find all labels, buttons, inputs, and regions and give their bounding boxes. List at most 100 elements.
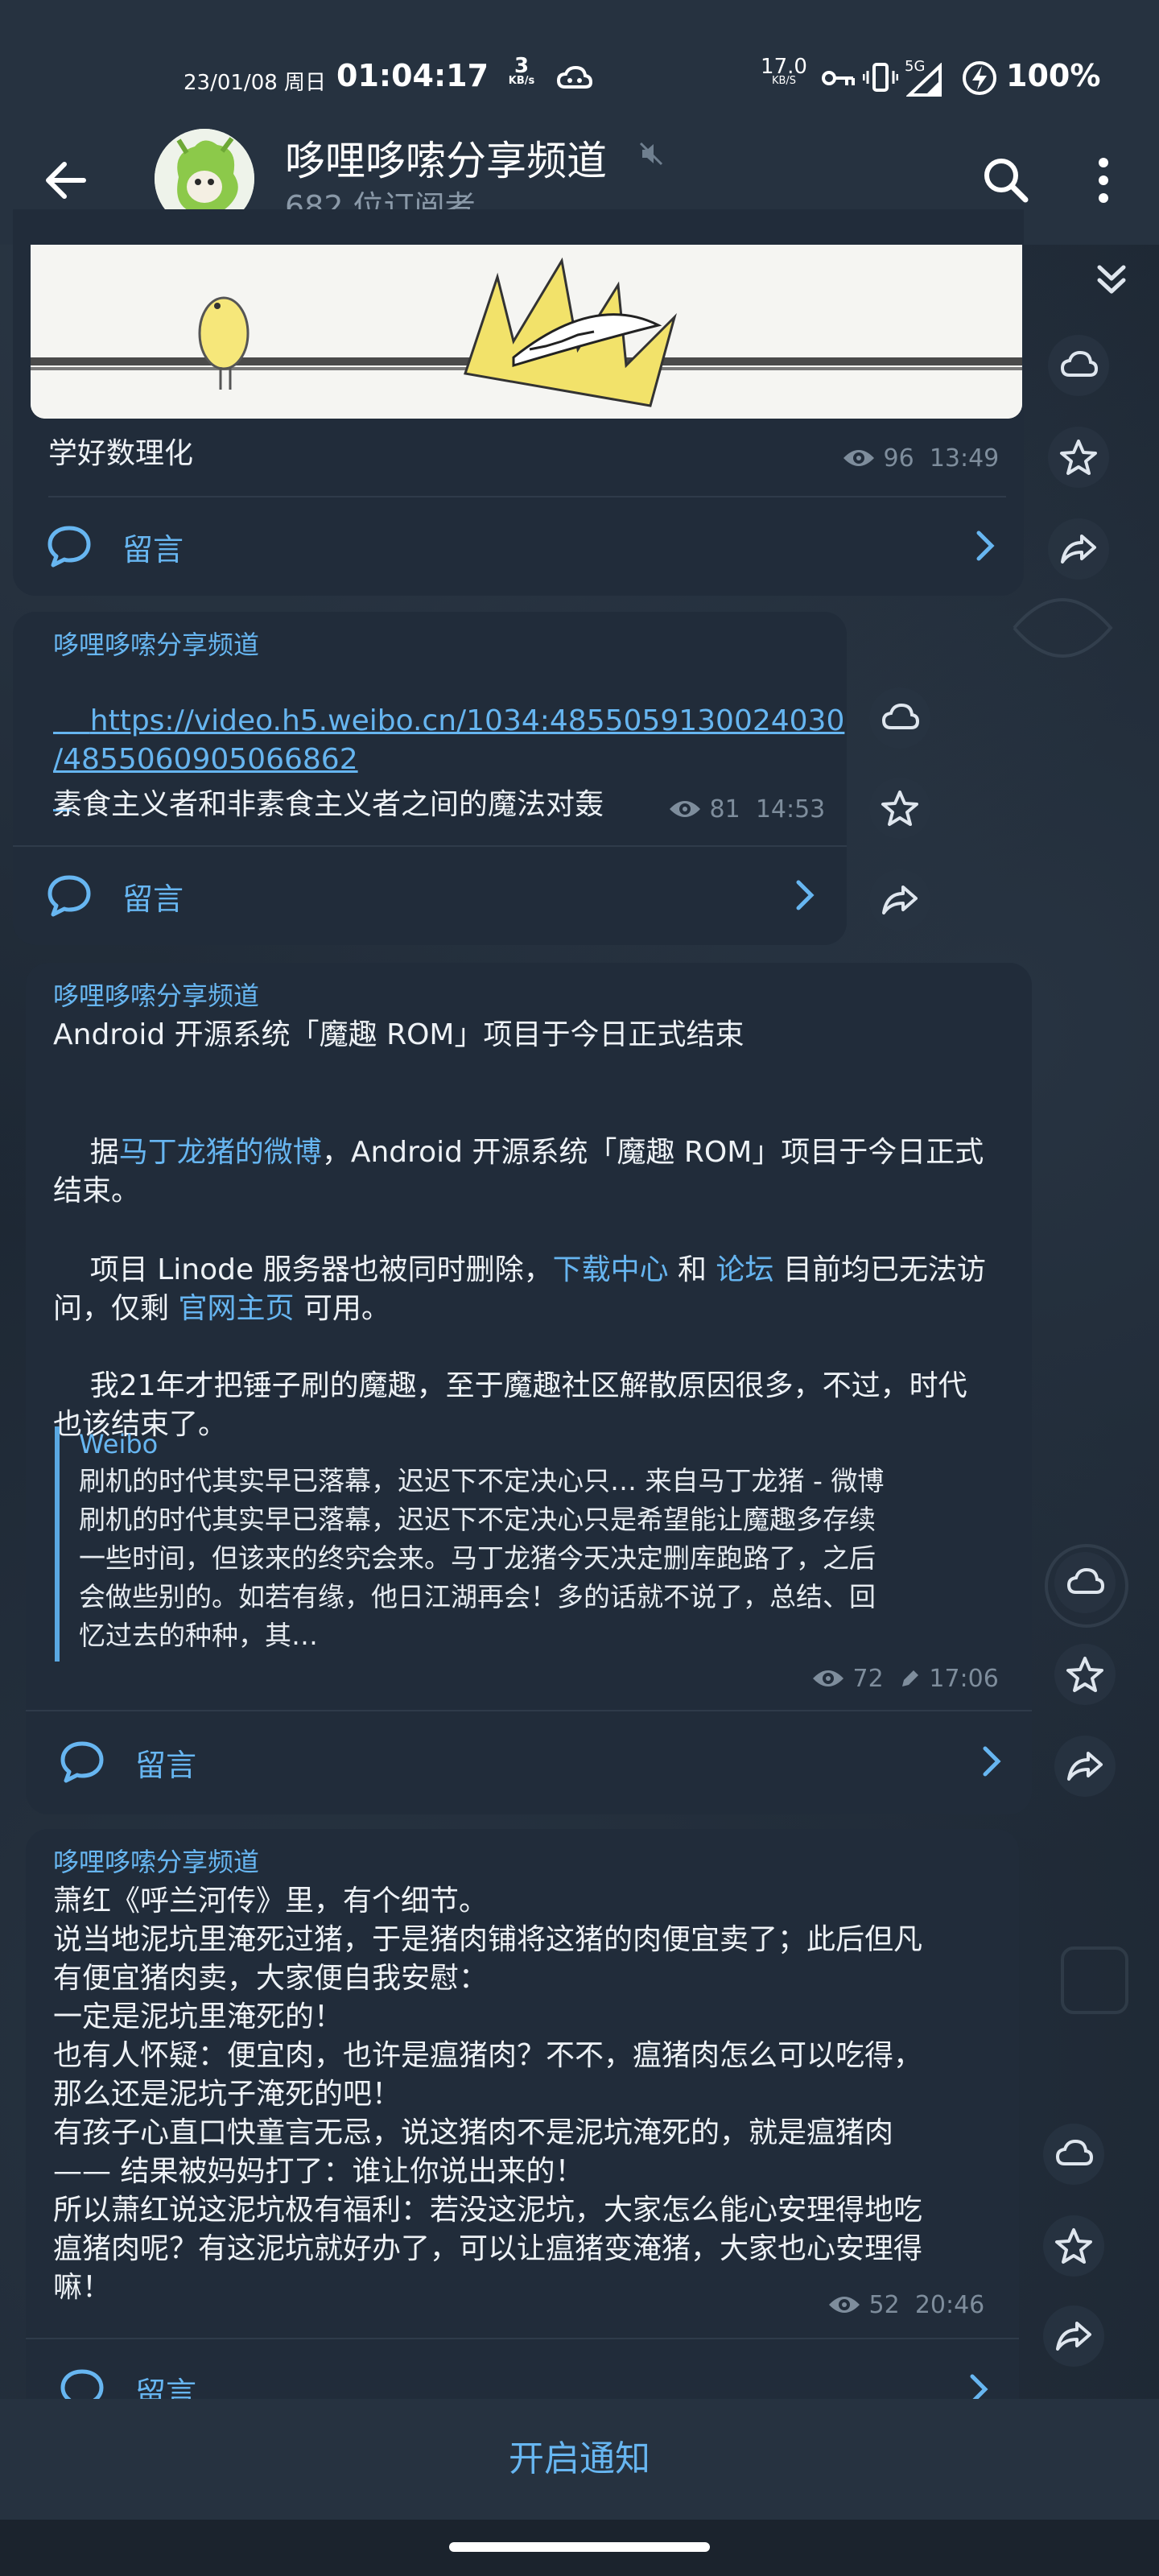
weibo-link[interactable]: 马丁龙猪的微博 xyxy=(119,1136,322,1169)
text-line: 那么还是泥坑子淹死的吧！ xyxy=(53,2078,402,2111)
back-button[interactable] xyxy=(35,150,97,211)
share-button[interactable] xyxy=(1048,518,1109,580)
comic-illustration xyxy=(31,245,1022,419)
preview-site-name: Weibo xyxy=(79,1429,159,1459)
share-icon xyxy=(1056,2322,1091,2351)
search-icon xyxy=(984,159,1029,203)
message-time: 13:49 xyxy=(929,444,1000,473)
edited-pencil-icon xyxy=(901,1670,918,1686)
view-count: 52 xyxy=(868,2291,900,2319)
message-bubble[interactable]: 哆哩哆嗦分享频道 https://video.h5.weibo.cn/1034:… xyxy=(13,612,847,945)
net-speed-left: 3 KB/s xyxy=(505,56,538,87)
message-text: 素食主义者和非素食主义者之间的魔法对轰 xyxy=(53,788,604,821)
view-count: 96 xyxy=(883,444,914,473)
forum-link[interactable]: 论坛 xyxy=(716,1253,773,1286)
save-to-cloud-button[interactable] xyxy=(869,687,930,749)
star-icon xyxy=(1055,2228,1092,2264)
divider xyxy=(48,496,1006,497)
gesture-handle[interactable] xyxy=(449,2542,710,2552)
views-icon xyxy=(829,2297,860,2313)
more-options-button[interactable] xyxy=(1083,150,1124,211)
preview-line: 刷机的时代其实早已落幕，迟迟下不定决心只是希望能让魔趣多存续 xyxy=(79,1504,876,1535)
charging-icon xyxy=(963,61,996,95)
text-segment: 可用。 xyxy=(294,1292,390,1325)
favorite-button[interactable] xyxy=(1043,2215,1104,2277)
text-segment: 我21年才把锤子刷的魔趣，至于魔趣社区解散原因很多，不过，时代 xyxy=(89,1369,967,1402)
top-app-bar: 23/01/08 周日 01:04:17 3 KB/s 17.0 KB/S 5G 1… xyxy=(0,0,1159,245)
star-icon xyxy=(1066,1657,1103,1692)
message-time: 14:53 xyxy=(755,795,826,824)
more-icon xyxy=(1099,158,1108,203)
views-icon xyxy=(813,1670,843,1686)
text-line: 一定是泥坑里淹死的！ xyxy=(53,2000,344,2033)
comment-icon xyxy=(60,1741,104,1783)
cloud-icon xyxy=(881,703,919,729)
enable-notifications-button[interactable]: 开启通知 xyxy=(0,2399,1159,2520)
channel-title[interactable]: 哆哩哆嗦分享频道 xyxy=(285,129,607,187)
share-button[interactable] xyxy=(1043,2306,1104,2367)
message-time: 17:06 xyxy=(929,1665,999,1693)
mute-icon xyxy=(639,142,663,166)
download-center-link[interactable]: 下载中心 xyxy=(553,1253,669,1286)
save-to-cloud-button[interactable] xyxy=(1048,335,1109,396)
text-line: 有便宜猪肉卖，大家便自我安慰： xyxy=(53,1962,489,1995)
text-segment: 据 xyxy=(89,1136,119,1169)
view-count: 72 xyxy=(852,1665,884,1693)
net-speed-left-unit: KB/s xyxy=(508,75,535,87)
signal-icon xyxy=(906,63,942,97)
text-segment: 项目 Linode 服务器也被同时删除， xyxy=(89,1253,553,1286)
chevron-right-icon xyxy=(983,1746,1001,1777)
link-line-1[interactable]: https://video.h5.weibo.cn/1034:485505913… xyxy=(90,704,845,737)
message-time: 20:46 xyxy=(914,2291,985,2319)
post-image[interactable] xyxy=(31,245,1022,419)
favorite-button[interactable] xyxy=(869,778,930,839)
text-line: —— 结果被妈妈打了：谁让你说出来的！ xyxy=(53,2155,584,2188)
favorite-button[interactable] xyxy=(1048,427,1109,488)
comment-row[interactable]: 留言 xyxy=(13,853,847,934)
net-speed-right: 17.0 KB/S xyxy=(760,56,808,87)
message-meta: 72 17:06 xyxy=(811,1665,999,1693)
preview-line: 忆过去的种种，其… xyxy=(79,1620,318,1651)
star-icon xyxy=(1060,440,1097,475)
text-segment: 问，仅剩 xyxy=(53,1292,179,1325)
link-line-2[interactable]: /4855060905066862 xyxy=(53,743,358,776)
save-to-cloud-button[interactable] xyxy=(1043,2124,1104,2185)
message-bubble[interactable]: 哆哩哆嗦分享频道 Android 开源系统「魔趣 ROM」项目于今日正式结束 据… xyxy=(26,963,1032,1814)
text-line: 萧红《呼兰河传》里，有个细节。 xyxy=(53,1885,489,1918)
comment-label: 留言 xyxy=(135,1748,197,1783)
cloud-icon xyxy=(1055,2139,1093,2165)
comment-icon xyxy=(47,526,91,568)
share-icon xyxy=(1067,1752,1103,1781)
view-count: 81 xyxy=(709,795,740,824)
save-to-cloud-button[interactable] xyxy=(1054,1552,1116,1613)
favorite-button[interactable] xyxy=(1054,1644,1116,1705)
message-meta: 96 13:49 xyxy=(842,444,999,473)
message-author[interactable]: 哆哩哆嗦分享频道 xyxy=(53,625,259,662)
text-segment: 结束。 xyxy=(53,1174,141,1208)
text-line: 有孩子心直口快童言无忌，说这猪肉不是泥坑淹死的，就是瘟猪肉 xyxy=(53,2116,894,2149)
message-caption: 学好数理化 96 13:49 xyxy=(13,419,1024,506)
double-chevron-down-icon xyxy=(1097,265,1126,294)
share-icon xyxy=(1061,535,1096,564)
text-line: 也有人怀疑：便宜肉，也许是瘟猪肉？不不，瘟猪肉怎么可以吃得， xyxy=(53,2039,923,2072)
share-button[interactable] xyxy=(1054,1736,1116,1797)
chevron-right-icon xyxy=(976,530,995,561)
message-author[interactable]: 哆哩哆嗦分享频道 xyxy=(53,1842,259,1879)
message-author[interactable]: 哆哩哆嗦分享频道 xyxy=(53,976,259,1013)
preview-line: 会做些别的。如若有缘，他日江湖再会！多的话就不说了，总结、回 xyxy=(79,1581,876,1612)
text-segment: ，Android 开源系统「魔趣 ROM」项目于今日正式 xyxy=(321,1136,984,1169)
share-button[interactable] xyxy=(869,869,930,931)
comment-icon xyxy=(47,875,91,917)
message-body: 萧红《呼兰河传》里，有个细节。 说当地泥坑里淹死过猪，于是猪肉铺将这猪的肉便宜卖… xyxy=(53,1882,1011,2307)
homepage-link[interactable]: 官网主页 xyxy=(178,1292,294,1325)
text-line: 瘟猪肉呢？有这泥坑就好办了，可以让瘟猪变淹猪，大家也心安理得 xyxy=(53,2232,923,2265)
key-icon xyxy=(822,71,855,85)
search-button[interactable] xyxy=(975,150,1037,211)
preview-line: 一些时间，但该来的终究会来。马丁龙猪今天决定删库跑路了，之后 xyxy=(79,1542,876,1574)
scroll-down-button[interactable] xyxy=(1083,250,1140,306)
link-preview-quote[interactable]: Weibo 刷机的时代其实早已落幕，迟迟下不定决心只… 来自马丁龙猪 - 微博 … xyxy=(55,1426,996,1662)
cloud-icon xyxy=(1060,350,1098,377)
message-bubble[interactable]: 哆哩哆嗦分享频道 萧红《呼兰河传》里，有个细节。 说当地泥坑里淹死过猪，于是猪肉… xyxy=(26,1829,1019,2425)
comment-row[interactable]: 留言 xyxy=(26,1719,1032,1800)
comment-row[interactable]: 留言 xyxy=(13,504,1024,584)
